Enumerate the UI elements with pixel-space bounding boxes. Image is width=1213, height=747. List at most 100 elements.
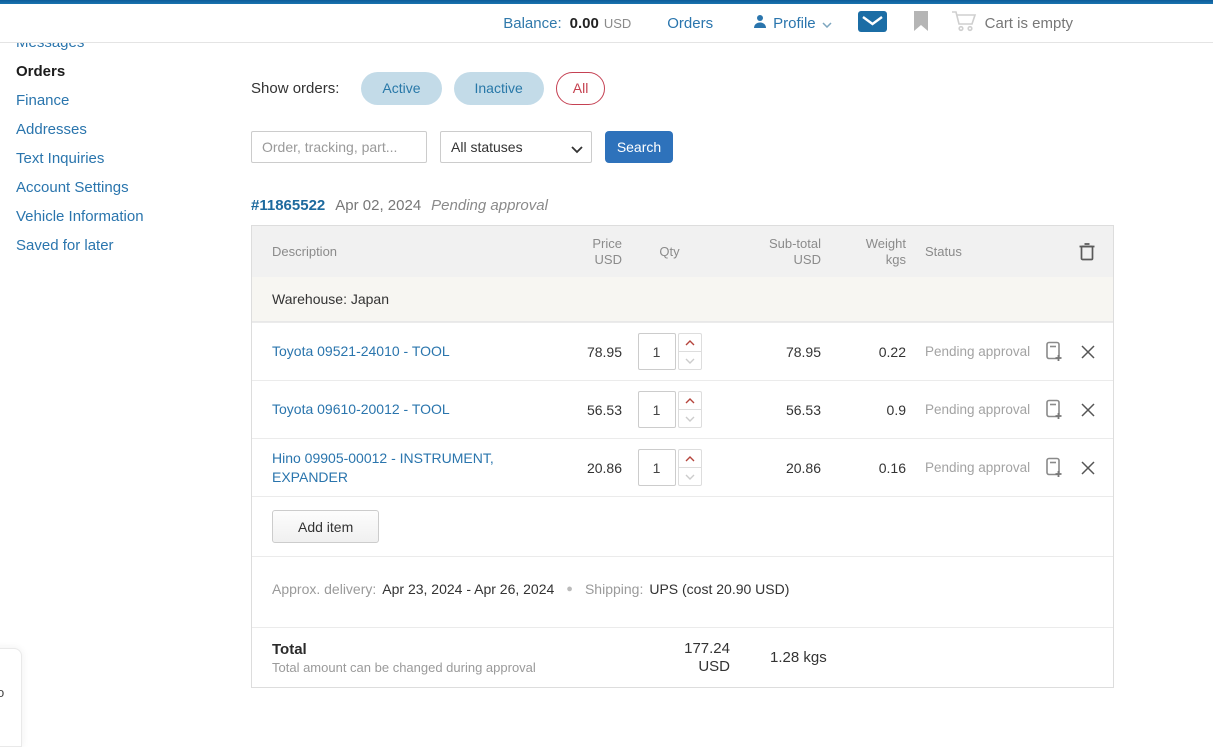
quantity-stepper	[638, 391, 702, 428]
filter-active-button[interactable]: Active	[361, 72, 441, 105]
balance-value: 0.00	[570, 15, 599, 32]
item-weight: 0.22	[821, 344, 906, 360]
sidebar-item-addresses[interactable]: Addresses	[16, 115, 236, 144]
order-header: #11865522 Apr 02, 2024 Pending approval	[251, 197, 1114, 214]
order-status: Pending approval	[431, 197, 548, 214]
sidebar-item-orders[interactable]: Orders	[16, 57, 236, 86]
total-amount: 177.24 USD	[660, 640, 730, 676]
item-price: 56.53	[552, 402, 622, 418]
orders-link[interactable]: Orders	[667, 15, 713, 32]
sidebar: Messages Orders Finance Addresses Text I…	[16, 28, 236, 260]
messages-button[interactable]	[858, 11, 887, 36]
total-weight: 1.28 kgs	[770, 649, 827, 666]
sidebar-item-text-inquiries[interactable]: Text Inquiries	[16, 144, 236, 173]
balance-label: Balance:	[503, 15, 561, 32]
qty-decrease-button[interactable]	[678, 351, 702, 370]
topbar: Balance: 0.00 USD Orders Profile Cart is…	[0, 4, 1213, 43]
qty-decrease-button[interactable]	[678, 467, 702, 486]
add-item-row: Add item	[252, 496, 1113, 556]
corner-popup[interactable]: o	[0, 648, 22, 747]
dot-separator: ●	[566, 583, 573, 595]
order-item-row: Toyota 09521-24010 - TOOL 78.95 78.95 0.…	[252, 322, 1113, 380]
profile-label: Profile	[773, 15, 816, 32]
warehouse-label: Warehouse: Japan	[272, 291, 389, 307]
quantity-input[interactable]	[638, 333, 676, 370]
order-item-row: Hino 09905-00012 - INSTRUMENT, EXPANDER …	[252, 438, 1113, 496]
balance-currency: USD	[604, 16, 631, 31]
add-note-icon[interactable]	[1045, 457, 1064, 479]
filter-inactive-button[interactable]: Inactive	[454, 72, 544, 105]
main-content: Show orders: Active Inactive All All sta…	[251, 43, 1114, 688]
remove-item-icon[interactable]	[1081, 461, 1095, 475]
item-subtotal: 78.95	[717, 344, 821, 360]
quantity-input[interactable]	[638, 449, 676, 486]
sidebar-item-vehicle-information[interactable]: Vehicle Information	[16, 202, 236, 231]
item-weight: 0.16	[821, 460, 906, 476]
bookmark-icon	[913, 11, 929, 35]
chevron-down-icon	[822, 15, 832, 32]
cart-status: Cart is empty	[985, 15, 1073, 32]
show-orders-filter: Show orders: Active Inactive All	[251, 71, 1114, 105]
cart-icon	[951, 10, 977, 36]
col-weight: Weightkgs	[821, 236, 906, 268]
status-select[interactable]: All statuses	[440, 131, 592, 163]
qty-increase-button[interactable]	[678, 333, 702, 351]
item-weight: 0.9	[821, 402, 906, 418]
person-icon	[753, 14, 767, 32]
quantity-stepper	[638, 333, 702, 370]
item-status: Pending approval	[906, 344, 1035, 359]
sidebar-item-saved-for-later[interactable]: Saved for later	[16, 231, 236, 260]
balance-group: Balance: 0.00 USD	[503, 15, 631, 32]
warehouse-row: Warehouse: Japan	[252, 277, 1113, 322]
order-item-row: Toyota 09610-20012 - TOOL 56.53 56.53 0.…	[252, 380, 1113, 438]
top-accent-strip	[0, 0, 1213, 4]
mail-icon	[858, 11, 887, 36]
total-row: Total Total amount can be changed during…	[252, 627, 1113, 687]
quantity-input[interactable]	[638, 391, 676, 428]
col-subtotal: Sub-totalUSD	[717, 236, 821, 268]
saved-button[interactable]	[913, 11, 929, 35]
add-note-icon[interactable]	[1045, 341, 1064, 363]
order-card: Description PriceUSD Qty Sub-totalUSD We…	[251, 225, 1114, 688]
cart-group[interactable]: Cart is empty	[951, 10, 1073, 36]
shipping-label: Shipping:	[585, 581, 643, 597]
item-price: 78.95	[552, 344, 622, 360]
search-input[interactable]	[251, 131, 427, 163]
qty-decrease-button[interactable]	[678, 409, 702, 428]
col-description: Description	[272, 244, 552, 259]
add-item-button[interactable]: Add item	[272, 510, 379, 543]
item-subtotal: 20.86	[717, 460, 821, 476]
delete-all-icon[interactable]	[1079, 242, 1095, 261]
delivery-label: Approx. delivery:	[272, 581, 376, 597]
item-price: 20.86	[552, 460, 622, 476]
sidebar-item-finance[interactable]: Finance	[16, 86, 236, 115]
col-status: Status	[906, 244, 1035, 259]
sidebar-item-account-settings[interactable]: Account Settings	[16, 173, 236, 202]
total-label: Total	[272, 641, 660, 658]
qty-increase-button[interactable]	[678, 449, 702, 467]
order-number[interactable]: #11865522	[251, 197, 325, 214]
filter-all-button[interactable]: All	[556, 72, 606, 105]
search-row: All statuses Search	[251, 131, 1114, 163]
item-link[interactable]: Toyota 09521-24010 - TOOL	[272, 342, 464, 361]
search-button[interactable]: Search	[605, 131, 673, 163]
order-date: Apr 02, 2024	[335, 197, 421, 214]
delivery-value: Apr 23, 2024 - Apr 26, 2024	[382, 581, 554, 597]
total-note: Total amount can be changed during appro…	[272, 660, 660, 675]
col-qty: Qty	[622, 244, 717, 259]
delivery-row: Approx. delivery: Apr 23, 2024 - Apr 26,…	[252, 556, 1113, 627]
corner-popup-text: o	[0, 685, 4, 700]
add-note-icon[interactable]	[1045, 399, 1064, 421]
item-status: Pending approval	[906, 402, 1035, 417]
quantity-stepper	[638, 449, 702, 486]
item-status: Pending approval	[906, 460, 1035, 475]
shipping-value: UPS (cost 20.90 USD)	[649, 581, 789, 597]
profile-menu[interactable]: Profile	[753, 14, 832, 32]
item-link[interactable]: Hino 09905-00012 - INSTRUMENT, EXPANDER	[272, 449, 552, 487]
qty-increase-button[interactable]	[678, 391, 702, 409]
remove-item-icon[interactable]	[1081, 403, 1095, 417]
show-orders-label: Show orders:	[251, 80, 339, 97]
item-link[interactable]: Toyota 09610-20012 - TOOL	[272, 400, 464, 419]
remove-item-icon[interactable]	[1081, 345, 1095, 359]
status-select-wrap: All statuses	[440, 131, 592, 163]
